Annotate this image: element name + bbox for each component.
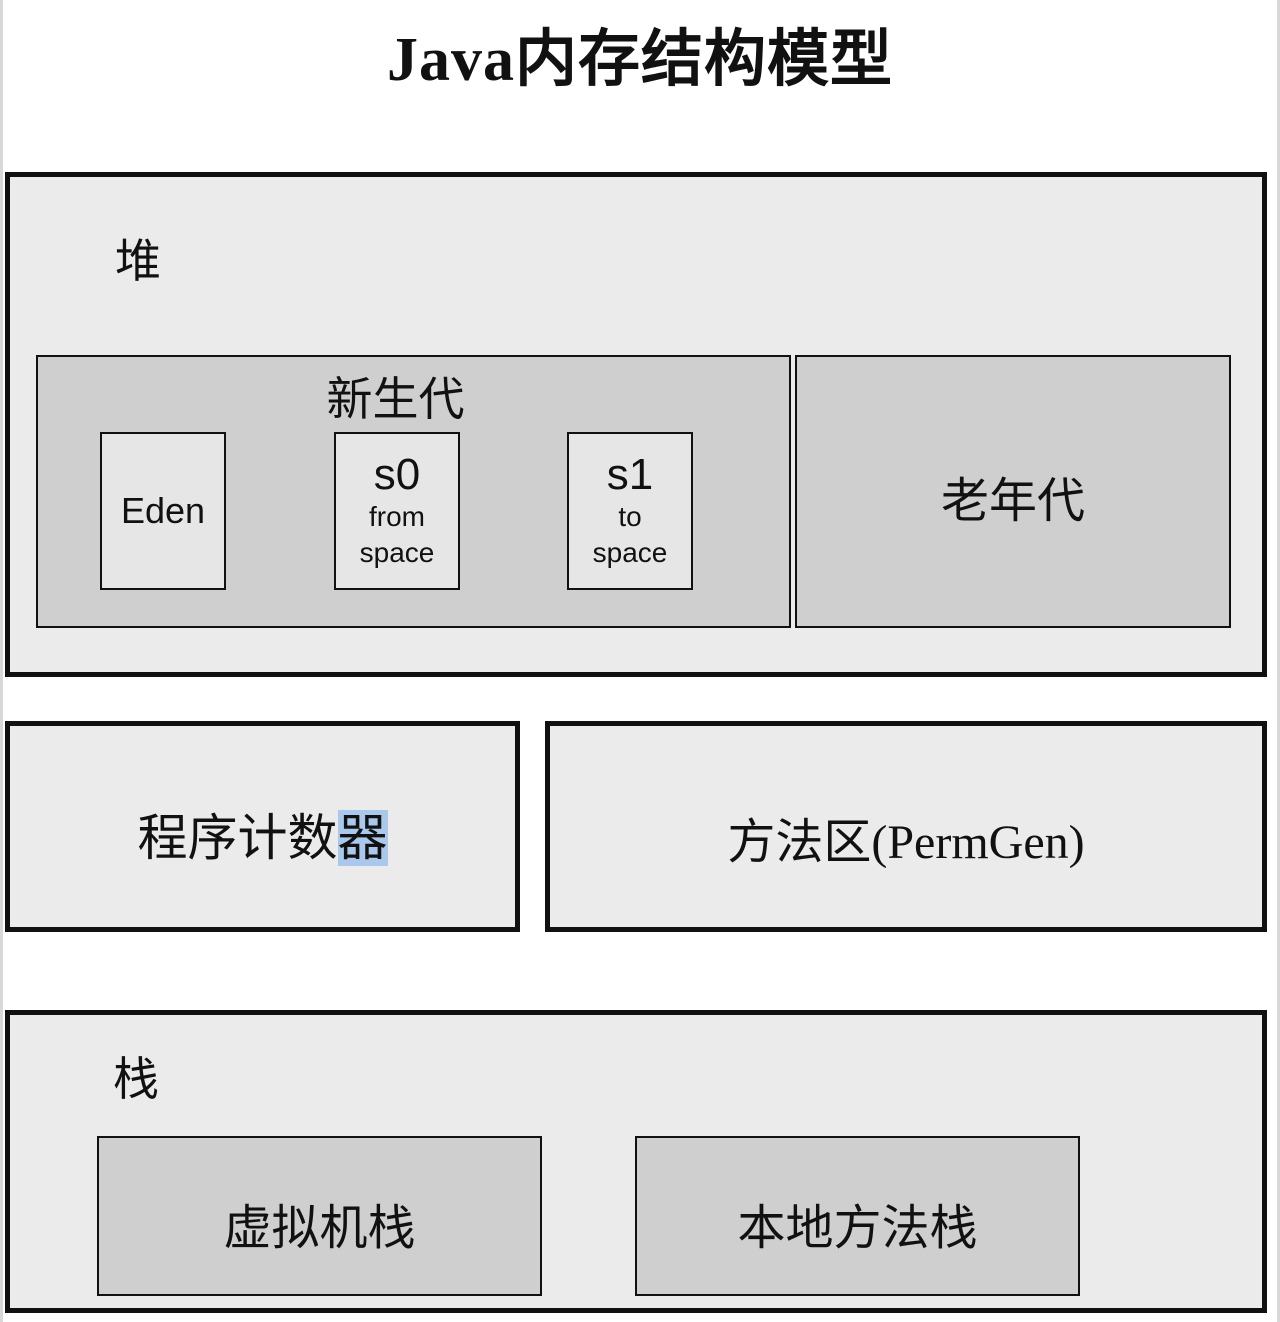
old-gen-box: 老年代 [795,355,1231,628]
native-stack-label: 本地方法栈 [737,1202,978,1255]
eden-box: Eden [100,432,226,590]
stack-box: 栈 虚拟机栈 本地方法栈 [5,1010,1267,1313]
program-counter-label: 程序计数器 [10,798,515,870]
method-area-label: 方法区(PermGen) [727,816,1085,869]
heap-box: 堆 新生代 Eden s0 from space s1 to space 老年代 [5,172,1267,677]
s0-label: s0 [373,450,421,499]
page-left-edge [0,0,3,1322]
heap-label: 堆 [115,236,161,287]
diagram-title: Java内存结构模型 [386,26,893,94]
program-counter-label-selected: 器 [337,810,388,866]
program-counter-box: 程序计数器 [5,721,520,932]
vm-stack-label: 虚拟机栈 [223,1202,416,1255]
eden-label: Eden [120,490,206,531]
native-stack-box: 本地方法栈 [635,1136,1080,1296]
s1-space-label: space [592,537,668,568]
young-gen-label: 新生代 [326,374,465,425]
s0-from-label: from [369,501,425,532]
vm-stack-box: 虚拟机栈 [97,1136,542,1296]
s1-label: s1 [606,450,654,499]
stack-label: 栈 [113,1054,159,1105]
old-gen-label: 老年代 [940,475,1085,528]
s0-space-label: space [359,537,435,568]
program-counter-label-text: 程序计数 [137,810,338,866]
young-gen-box: 新生代 Eden s0 from space s1 to space [36,355,791,628]
s0-box: s0 from space [334,432,460,590]
s1-box: s1 to space [567,432,693,590]
s1-to-label: to [618,501,642,532]
method-area-box: 方法区(PermGen) [545,721,1267,932]
